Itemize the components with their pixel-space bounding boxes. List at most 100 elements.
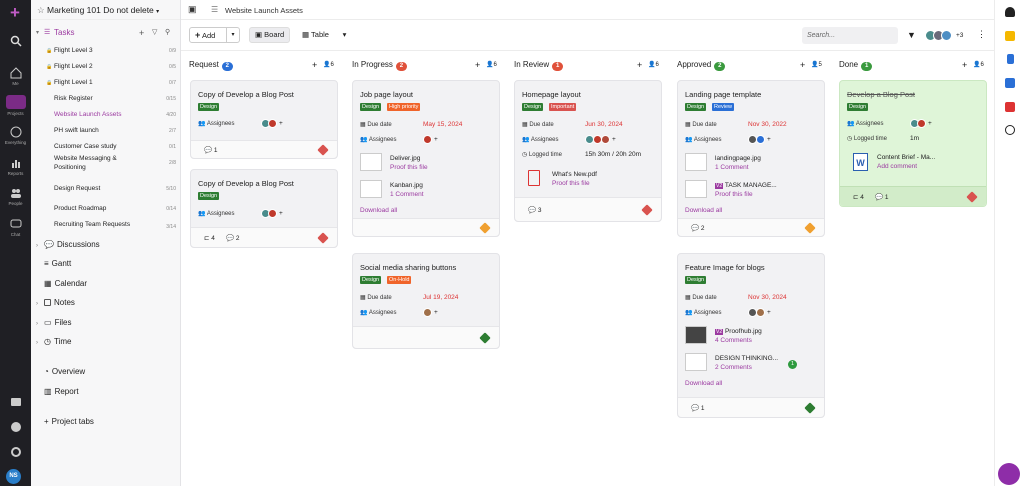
task-list-item[interactable]: Recruiting Team Requests 3/14 [31, 221, 181, 233]
file-name[interactable]: Deliver.jpg [390, 155, 420, 162]
nav-gantt[interactable]: ≡ Gantt [36, 259, 71, 268]
project-title[interactable]: ☆ Marketing 101 Do not delete ▾ [31, 0, 180, 20]
comment-link[interactable]: 4 Comments [715, 337, 752, 344]
calendar-icon[interactable] [1005, 102, 1015, 112]
timer-icon[interactable] [1005, 125, 1015, 135]
rail-me[interactable]: Me [0, 67, 31, 86]
search-icon[interactable]: ⚲ [165, 27, 170, 39]
announcement-icon[interactable] [1005, 78, 1015, 88]
avatar[interactable] [601, 135, 610, 144]
user-avatar[interactable]: NS [6, 469, 21, 484]
board-view-tab[interactable]: ▣ Board [249, 27, 291, 43]
file-name[interactable]: Kanban.jpg [390, 182, 423, 189]
column-people[interactable]: 👤5 [811, 58, 822, 72]
bookmark-icon[interactable] [1007, 54, 1014, 64]
file-thumbnail[interactable] [360, 153, 382, 171]
search-icon[interactable] [0, 35, 31, 49]
file-name[interactable]: DESIGN THINKING... [715, 355, 778, 362]
column-header[interactable]: Request 2 + 👤6 [189, 58, 337, 72]
task-list-item[interactable]: Website Messaging & Positioning 2/8 [31, 155, 181, 171]
comment-count[interactable]: 💬 1 [691, 404, 705, 412]
table-view-tab[interactable]: ▦ Table [296, 27, 335, 43]
due-date[interactable]: Nov 30, 2022 [748, 121, 787, 128]
more-members-count[interactable]: +3 [956, 32, 963, 39]
add-task-icon[interactable]: + [637, 58, 642, 72]
rail-reports[interactable]: Reports [0, 157, 31, 176]
file-name[interactable]: V2 TASK MANAGE... [715, 182, 777, 189]
file-thumbnail[interactable] [685, 353, 707, 371]
rail-everything[interactable]: Everything [0, 126, 31, 145]
chat-bubble-button[interactable] [998, 463, 1020, 485]
file-thumbnail[interactable] [685, 180, 707, 198]
column-people[interactable]: 👤6 [486, 58, 497, 72]
proof-link[interactable]: Proof this file [715, 191, 753, 198]
breadcrumb[interactable]: Website Launch Assets [225, 6, 303, 15]
task-card[interactable]: Develop a Blog Post Design 👥 Assignees +… [839, 80, 987, 207]
task-card[interactable]: Social media sharing buttons Design On-H… [352, 253, 500, 349]
tasks-header[interactable]: ▾ ☰ Tasks + ▽ ⚲ [31, 27, 181, 39]
proof-link[interactable]: Proof this file [390, 164, 428, 171]
nav-report[interactable]: ▥ Report [36, 387, 79, 396]
logged-time[interactable]: 1m [910, 135, 919, 142]
avatar[interactable] [756, 308, 765, 317]
file-name[interactable]: V2 Proofhub.jpg [715, 328, 762, 335]
filter-icon[interactable]: ▽ [152, 27, 157, 39]
avatar[interactable] [268, 119, 277, 128]
file-thumbnail[interactable] [685, 153, 707, 171]
add-task-icon[interactable]: + [800, 58, 805, 72]
pdf-file-icon[interactable] [528, 170, 540, 186]
avatar[interactable] [423, 308, 432, 317]
help-icon[interactable] [0, 421, 31, 435]
column-people[interactable]: 👤6 [323, 58, 334, 72]
task-list-item[interactable]: Flight Level 3 0/9 🔒 [31, 45, 181, 57]
create-plus-icon[interactable]: + [7, 4, 23, 21]
subtask-count[interactable]: ⊏ 4 [853, 193, 864, 201]
nav-overview[interactable]: ◔ Overview [36, 367, 85, 376]
add-comment-link[interactable]: Add comment [877, 163, 917, 170]
download-all-link[interactable]: Download all [685, 380, 722, 387]
word-file-icon[interactable]: W [853, 153, 868, 171]
proof-link[interactable]: Proof this file [552, 180, 590, 187]
column-people[interactable]: 👤6 [973, 58, 984, 72]
filter-icon[interactable]: ▼ [907, 30, 916, 40]
add-task-icon[interactable]: + [312, 58, 317, 72]
notification-bell-icon[interactable] [1005, 7, 1015, 17]
nav-project-tabs[interactable]: + Project tabs [36, 417, 94, 426]
due-date[interactable]: Nov 30, 2024 [748, 294, 787, 301]
column-header[interactable]: Approved 2 + 👤5 [677, 58, 825, 72]
comment-count[interactable]: 💬 1 [875, 193, 889, 201]
subtask-count[interactable]: ⊏ 4 [204, 234, 215, 242]
avatar[interactable] [917, 119, 926, 128]
nav-files[interactable]: › ▭ Files [36, 318, 71, 327]
nav-discussions[interactable]: › 💬 Discussions [36, 240, 100, 249]
task-card[interactable]: Job page layout Design High priority ▦ D… [352, 80, 500, 237]
rail-projects[interactable]: Projects [0, 95, 31, 116]
add-task-icon[interactable]: + [475, 58, 480, 72]
task-card[interactable]: Landing page template Design Review ▦ Du… [677, 80, 825, 237]
comment-count[interactable]: 💬 1 [204, 146, 218, 154]
nav-calendar[interactable]: ▦ Calendar [36, 279, 87, 288]
due-date[interactable]: Jun 30, 2024 [585, 121, 623, 128]
task-card[interactable]: Feature Image for blogs Design ▦ Due dat… [677, 253, 825, 418]
comment-link[interactable]: 1 Comment [715, 164, 749, 171]
settings-gear-icon[interactable] [0, 446, 31, 460]
sidebar-toggle-icon[interactable]: ▣ [188, 4, 197, 15]
comment-count[interactable]: 💬 2 [226, 234, 240, 242]
comment-link[interactable]: 2 Comments [715, 364, 752, 371]
more-options-icon[interactable]: ⋮ [977, 29, 986, 40]
rail-chat[interactable]: Chat [0, 218, 31, 237]
download-all-link[interactable]: Download all [685, 207, 722, 214]
task-list-item[interactable]: Website Launch Assets 4/20 [31, 109, 181, 121]
search-input[interactable]: Search... [802, 27, 898, 44]
task-card[interactable]: Copy of Develop a Blog Post Design 👥 Ass… [190, 80, 338, 159]
due-date[interactable]: May 15, 2024 [423, 121, 462, 128]
avatar[interactable] [756, 135, 765, 144]
task-card[interactable]: Copy of Develop a Blog Post Design 👥 Ass… [190, 169, 338, 248]
nav-notes[interactable]: › Notes [36, 298, 75, 307]
comment-count[interactable]: 💬 3 [528, 206, 542, 214]
task-list-item[interactable]: Flight Level 2 0/5 🔒 [31, 61, 181, 73]
column-header[interactable]: In Progress 2 + 👤6 [352, 58, 500, 72]
view-dropdown-icon[interactable]: ▾ [337, 27, 352, 43]
column-header[interactable]: In Review 1 + 👤6 [514, 58, 662, 72]
add-button[interactable]: + Add ▾ [189, 27, 240, 43]
